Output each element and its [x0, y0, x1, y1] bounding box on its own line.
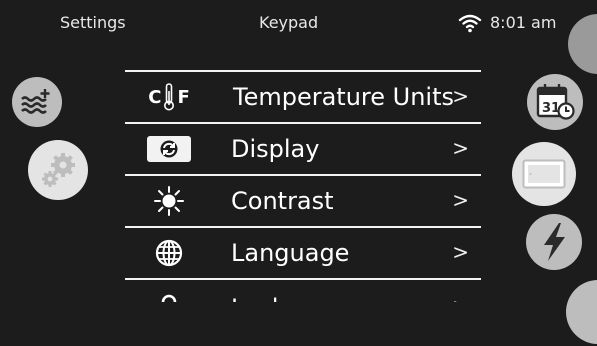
menu-item-temperature-units[interactable]: C F Temperature Units >	[125, 70, 481, 122]
menu-label-contrast: Contrast	[231, 187, 334, 215]
menu-label-display: Display	[231, 135, 320, 163]
menu-item-language[interactable]: Language >	[125, 226, 481, 278]
menu-label-lock-spa: Lock spa	[231, 294, 336, 302]
settings-label[interactable]: Settings	[60, 13, 126, 32]
calendar-clock-icon: 31	[535, 82, 575, 122]
power-button[interactable]	[526, 214, 582, 270]
globe-icon	[147, 239, 191, 267]
menu-item-display[interactable]: Display >	[125, 122, 481, 174]
menu-label-language: Language	[231, 239, 350, 267]
water-add-button[interactable]	[12, 77, 62, 127]
sun-icon	[147, 186, 191, 216]
page-title: Keypad	[259, 13, 319, 32]
calendar-button[interactable]: 31	[527, 74, 583, 130]
gears-icon	[38, 151, 78, 189]
chevron-right-icon: >	[452, 294, 469, 302]
display-panel-icon	[522, 159, 566, 189]
water-add-icon	[20, 87, 54, 117]
menu-item-contrast[interactable]: Contrast >	[125, 174, 481, 226]
lock-icon	[147, 294, 191, 302]
thermometer-icon	[164, 83, 175, 111]
lightning-icon	[539, 222, 569, 262]
thermometer-cf-icon: C F	[147, 83, 191, 111]
chevron-right-icon: >	[452, 240, 469, 264]
wifi-icon	[458, 13, 482, 33]
clock-time: 8:01 am	[490, 13, 557, 32]
settings-menu: C F Temperature Units > Display > Contra…	[125, 70, 481, 302]
menu-item-lock-spa[interactable]: Lock spa >	[125, 278, 481, 302]
settings-gears-button[interactable]	[28, 140, 88, 200]
menu-label-temperature-units: Temperature Units	[233, 83, 455, 111]
chevron-right-icon: >	[452, 188, 469, 212]
chevron-right-icon: >	[452, 136, 469, 160]
bottom-right-partial-button[interactable]	[566, 280, 597, 344]
calendar-day: 31	[542, 101, 560, 116]
rotate-display-icon	[147, 135, 191, 163]
display-panel-button[interactable]	[512, 142, 576, 206]
cf-icon-f: F	[177, 86, 190, 108]
status-bar: Settings Keypad 8:01 am	[0, 0, 597, 48]
chevron-right-icon: >	[452, 84, 469, 108]
keypad-settings-screen: Settings Keypad 8:01 am 31 C F Temperatu…	[0, 0, 597, 346]
cf-icon-c: C	[148, 86, 162, 108]
